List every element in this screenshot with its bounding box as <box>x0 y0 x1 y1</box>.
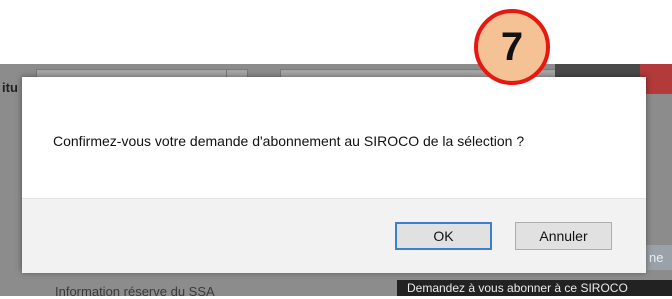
step-number-badge: 7 <box>474 9 550 85</box>
dialog-footer: OK Annuler <box>22 198 646 273</box>
background-info-text: Information réserve du SSA <box>55 284 215 299</box>
confirm-dialog: Confirmez-vous votre demande d'abonnemen… <box>22 77 646 273</box>
ok-button[interactable]: OK <box>395 222 492 250</box>
dialog-message: Confirmez-vous votre demande d'abonnemen… <box>53 133 525 149</box>
background-left-label: itu <box>2 80 18 95</box>
dialog-body: Confirmez-vous votre demande d'abonnemen… <box>22 77 646 198</box>
cancel-button[interactable]: Annuler <box>515 222 612 250</box>
background-right-button: ne <box>645 245 672 270</box>
background-tooltip: Demandez à vous abonner à ce SIROCO <box>397 280 672 296</box>
